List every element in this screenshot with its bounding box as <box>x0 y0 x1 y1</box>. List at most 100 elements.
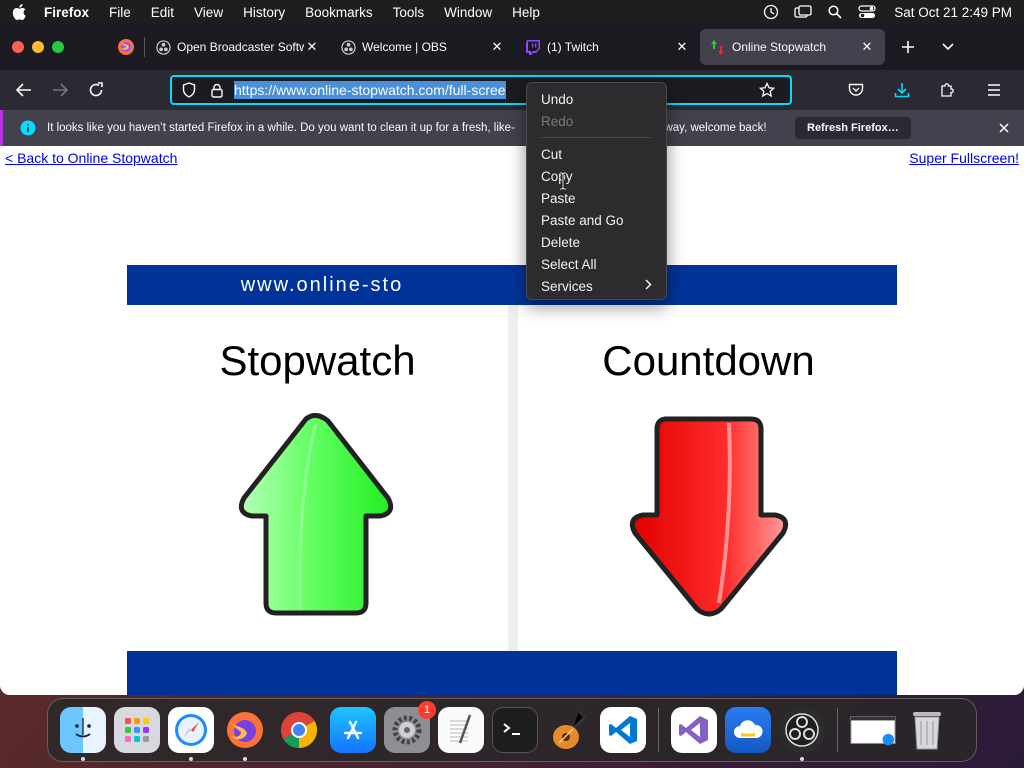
notification-text: It looks like you haven’t started Firefo… <box>47 122 783 134</box>
context-menu-services[interactable]: Services <box>527 275 666 297</box>
countdown-title[interactable]: Countdown <box>602 337 814 385</box>
menu-bar-clock[interactable]: Sat Oct 21 2:49 PM <box>894 5 1012 20</box>
window-controls <box>12 41 64 53</box>
tab-title: Welcome | OBS <box>362 40 447 54</box>
dock-separator <box>837 708 838 752</box>
site-banner: www.online-sto <box>127 265 897 305</box>
page-content: < Back to Online Stopwatch Super Fullscr… <box>0 146 1024 695</box>
firefox-view-button[interactable] <box>108 24 144 70</box>
terminal-icon[interactable] <box>492 707 538 753</box>
new-tab-button[interactable] <box>893 32 923 62</box>
pocket-icon[interactable] <box>840 74 872 106</box>
refresh-firefox-button[interactable]: Refresh Firefox… <box>795 117 911 139</box>
tab-title: Online Stopwatch <box>732 40 827 54</box>
launchpad-icon[interactable] <box>114 707 160 753</box>
list-all-tabs-button[interactable] <box>933 32 963 62</box>
control-center-icon[interactable] <box>858 5 876 19</box>
tracking-protection-shield-icon[interactable] <box>178 79 200 101</box>
url-context-menu: Undo Redo Cut Copy Paste Paste and Go De… <box>526 82 667 300</box>
running-indicator <box>81 757 85 761</box>
app-store-icon[interactable] <box>330 707 376 753</box>
close-tab-icon[interactable]: ✕ <box>489 39 505 55</box>
refresh-firefox-notification: It looks like you haven’t started Firefo… <box>0 110 1024 146</box>
dock-separator <box>658 708 659 752</box>
lock-icon[interactable] <box>206 79 228 101</box>
firefox-dock-icon[interactable] <box>222 707 268 761</box>
menu-help[interactable]: Help <box>512 5 540 20</box>
close-tab-icon[interactable]: ✕ <box>859 39 875 55</box>
downloads-icon[interactable] <box>886 74 918 106</box>
trash-icon[interactable] <box>904 707 950 753</box>
submenu-chevron-icon <box>645 279 652 293</box>
menu-bookmarks[interactable]: Bookmarks <box>305 5 373 20</box>
screen-mirroring-icon[interactable] <box>794 5 812 19</box>
menu-tools[interactable]: Tools <box>393 5 425 20</box>
notification-text-start: It looks like you haven’t started Firefo… <box>47 122 515 134</box>
back-to-online-stopwatch-link[interactable]: < Back to Online Stopwatch <box>5 150 177 166</box>
garageband-icon[interactable] <box>546 707 592 753</box>
up-arrow-icon[interactable] <box>238 413 398 623</box>
menu-app-name[interactable]: Firefox <box>44 5 89 20</box>
menu-file[interactable]: File <box>109 5 131 20</box>
textedit-icon[interactable] <box>438 707 484 753</box>
running-indicator <box>189 757 193 761</box>
back-button[interactable] <box>8 74 40 106</box>
services-label: Services <box>541 278 593 294</box>
stopwatch-panel[interactable]: Stopwatch <box>127 305 508 651</box>
time-machine-icon[interactable] <box>762 4 780 20</box>
address-bar[interactable]: https://www.online-stopwatch.com/full-sc… <box>170 75 792 105</box>
site-banner-text: www.online-sto <box>240 273 404 296</box>
countdown-panel[interactable]: Countdown <box>518 305 899 651</box>
tab-online-stopwatch[interactable]: Online Stopwatch ✕ <box>700 29 885 65</box>
cloudmounter-icon[interactable] <box>725 707 771 753</box>
tab-twitch[interactable]: (1) Twitch ✕ <box>515 29 700 65</box>
zoom-window-button[interactable] <box>52 41 64 53</box>
visual-studio-icon[interactable] <box>671 707 717 753</box>
context-menu-separator <box>541 137 652 138</box>
notification-badge: 1 <box>418 701 436 719</box>
context-menu-paste-and-go[interactable]: Paste and Go <box>527 209 666 231</box>
context-menu-paste[interactable]: Paste <box>527 187 666 209</box>
context-menu-cut[interactable]: Cut <box>527 143 666 165</box>
close-notification-icon[interactable] <box>994 118 1014 138</box>
context-menu-delete[interactable]: Delete <box>527 231 666 253</box>
obs-studio-icon[interactable] <box>779 707 825 761</box>
super-fullscreen-link[interactable]: Super Fullscreen! <box>909 150 1019 166</box>
close-window-button[interactable] <box>12 41 24 53</box>
running-indicator <box>243 757 247 761</box>
chrome-icon[interactable] <box>276 707 322 753</box>
spotlight-search-icon[interactable] <box>826 5 844 19</box>
context-menu-undo[interactable]: Undo <box>527 88 666 110</box>
system-settings-icon[interactable]: 1 <box>384 701 436 753</box>
menu-history[interactable]: History <box>243 5 285 20</box>
context-menu-copy[interactable]: Copy <box>527 165 666 187</box>
obs-icon <box>155 39 171 55</box>
close-tab-icon[interactable]: ✕ <box>674 39 690 55</box>
finder-icon[interactable] <box>60 707 106 761</box>
down-arrow-icon[interactable] <box>629 413 789 623</box>
tab-welcome-obs[interactable]: Welcome | OBS ✕ <box>330 29 515 65</box>
navigation-toolbar: https://www.online-stopwatch.com/full-sc… <box>0 70 1024 110</box>
context-menu-select-all[interactable]: Select All <box>527 253 666 275</box>
safari-icon[interactable] <box>168 707 214 761</box>
forward-button[interactable] <box>44 74 76 106</box>
tab-bar: Open Broadcaster Softw ✕ Welcome | OBS ✕… <box>0 24 1024 70</box>
reload-button[interactable] <box>80 74 112 106</box>
tab-obs-software[interactable]: Open Broadcaster Softw ✕ <box>145 29 330 65</box>
stopwatch-title[interactable]: Stopwatch <box>219 337 415 385</box>
menu-edit[interactable]: Edit <box>151 5 174 20</box>
minimized-window-preview-icon[interactable] <box>850 707 896 753</box>
app-menu-hamburger-icon[interactable] <box>978 74 1010 106</box>
toolbar-right-buttons <box>840 74 1010 106</box>
bottom-banner <box>127 651 897 695</box>
url-text[interactable]: https://www.online-stopwatch.com/full-sc… <box>234 81 506 99</box>
vscode-icon[interactable] <box>600 707 646 753</box>
twitch-icon <box>525 39 541 55</box>
menu-window[interactable]: Window <box>444 5 492 20</box>
close-tab-icon[interactable]: ✕ <box>304 39 320 55</box>
apple-icon[interactable] <box>12 4 30 20</box>
extensions-puzzle-icon[interactable] <box>932 74 964 106</box>
menu-view[interactable]: View <box>194 5 223 20</box>
minimize-window-button[interactable] <box>32 41 44 53</box>
bookmark-star-icon[interactable] <box>756 79 778 101</box>
